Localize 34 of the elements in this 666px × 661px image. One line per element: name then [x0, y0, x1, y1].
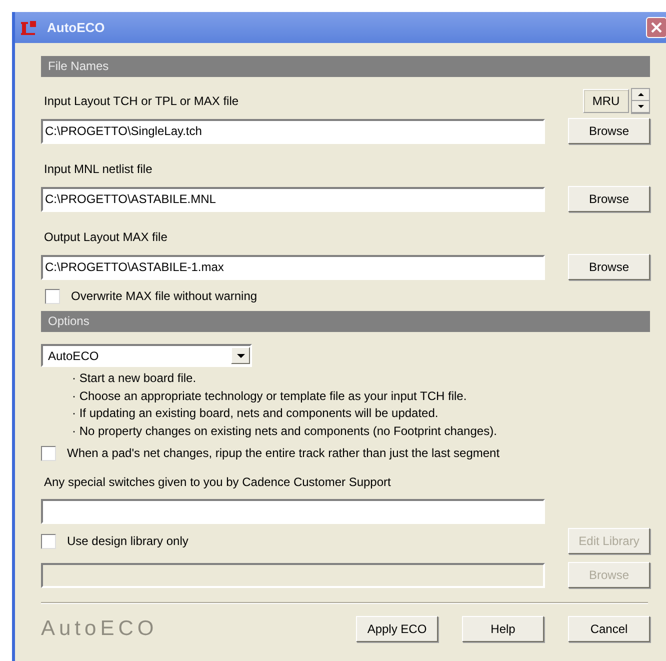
caret-icon: [231, 347, 250, 364]
checkbox[interactable]: [45, 288, 60, 304]
mru-label: MRU: [583, 89, 629, 113]
section-header: File Names: [41, 56, 650, 77]
checkbox-label: Overwrite MAX file without warning: [70, 289, 258, 303]
bullet-note: · Start a new board file.: [72, 370, 198, 387]
close-icon: [650, 21, 663, 34]
checkbox[interactable]: [41, 534, 56, 548]
close-button[interactable]: [646, 17, 666, 38]
section-header: Options: [41, 311, 650, 332]
browse-button[interactable]: Browse: [568, 254, 650, 280]
checkbox[interactable]: [41, 446, 56, 460]
mode-dropdown[interactable]: AutoECO: [41, 344, 252, 367]
field-label: Input Layout TCH or TPL or MAX file: [43, 94, 239, 108]
spin-control[interactable]: [631, 88, 650, 114]
bullet-note: · Choose an appropriate technology or template file as your input TCH file.: [72, 388, 468, 404]
input-field[interactable]: C:\PROGETTO\ASTABILE.MNL: [41, 186, 545, 212]
bullet-note: · If updating an existing board, nets and components will be updated.: [72, 405, 440, 422]
browse-button[interactable]: Browse: [568, 118, 650, 144]
input-field[interactable]: [41, 499, 545, 524]
browse-button[interactable]: Browse: [568, 186, 650, 212]
checkbox-label: Use design library only: [66, 534, 188, 548]
input-field[interactable]: C:\PROGETTO\ASTABILE-1.max: [41, 254, 545, 280]
window-title: AutoECO: [47, 20, 106, 35]
dialog-button[interactable]: Apply ECO: [356, 616, 438, 642]
bullet-note: · No property changes on existing nets and components (no Footprint changes).: [72, 422, 498, 440]
dialog-button[interactable]: Help: [462, 616, 544, 642]
input-field[interactable]: C:\PROGETTO\SingleLay.tch: [41, 118, 545, 144]
field-label: Input MNL netlist file: [43, 162, 152, 176]
brand-logo-text: AutoECO: [41, 617, 159, 641]
field-label: Output Layout MAX file: [43, 230, 168, 244]
dialog-button[interactable]: Cancel: [568, 616, 650, 642]
field-label: Any special switches given to you by Cadence Customer Support: [43, 475, 391, 489]
checkbox-label: When a pad's net changes, ripup the entire track rather than just the last segment: [66, 446, 500, 460]
